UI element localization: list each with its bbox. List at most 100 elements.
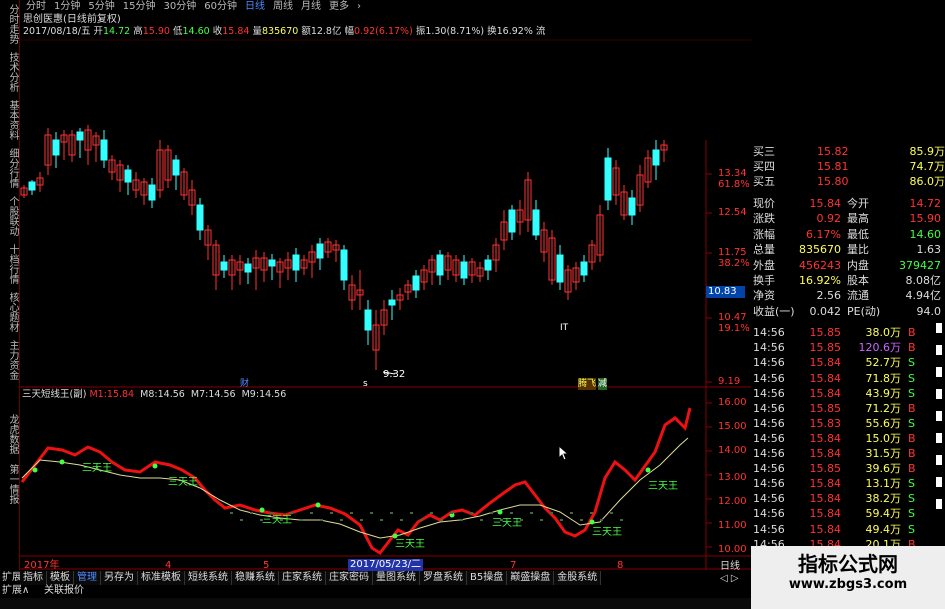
bottom-tab[interactable]: 标准模板 <box>138 571 185 585</box>
m1-value: 15.84 <box>106 389 135 400</box>
tab-30min[interactable]: 30分钟 <box>159 0 200 13</box>
order-book-row: 买四 15.81 74.7万 <box>751 159 945 174</box>
candle <box>116 160 124 192</box>
tick-time: 14:56 <box>753 447 785 460</box>
price-axis-label: 9.19 <box>718 376 741 387</box>
side-tab-dragon[interactable]: 龙虎数据 <box>2 412 18 456</box>
tab-5min[interactable]: 5分钟 <box>84 0 118 13</box>
tick-time: 14:56 <box>753 507 785 521</box>
side-tab-intel[interactable]: 第一情报 <box>2 462 18 506</box>
tab-1min[interactable]: 1分钟 <box>50 0 84 13</box>
indicator-dot <box>340 519 343 521</box>
candle <box>500 210 508 250</box>
scroll-arrows[interactable]: ◁ ▷ <box>720 573 739 585</box>
tick-time: 14:56 <box>753 401 785 415</box>
indicator-axis-label: 16.00 <box>718 397 747 408</box>
mouse-cursor-icon <box>558 445 570 461</box>
tick-row: 14:56 15.84 13.1万 S <box>751 476 945 491</box>
event-marker[interactable]: 减 <box>598 378 608 390</box>
stat-label: PE(动) <box>847 304 881 318</box>
bottom-tab[interactable]: B5操盘 <box>467 571 508 585</box>
tab-weekly[interactable]: 周线 <box>269 0 297 13</box>
bottom-tab[interactable]: 罗盘系统 <box>420 571 467 585</box>
tab-daily[interactable]: 日线 <box>241 0 269 13</box>
tick-row: 14:56 15.85 120.6万 B <box>751 340 945 355</box>
candle <box>420 265 428 290</box>
stat-value: 0.042 <box>809 304 842 318</box>
bottom-tab[interactable]: 指标 <box>20 571 47 585</box>
tick-time: 14:56 <box>753 416 785 430</box>
candle <box>292 248 300 282</box>
bottom-tab[interactable]: 量图系统 <box>373 571 420 585</box>
side-tab-ten[interactable]: 十档行情 <box>2 242 18 286</box>
bottom-tab[interactable]: 另存为 <box>101 571 138 585</box>
candle <box>268 254 276 280</box>
daily-label[interactable]: 日线 <box>720 561 740 573</box>
indicator-dot <box>570 512 573 514</box>
side-tab-linkage[interactable]: 个股联动 <box>2 194 18 238</box>
side-tab-detail[interactable]: 细分行情 <box>2 146 18 190</box>
signal-dot <box>645 467 651 473</box>
indicator-axis-label: 10.00 <box>718 544 747 555</box>
candle <box>28 180 36 195</box>
order-volume: 86.0万 <box>909 175 945 188</box>
tick-row: 14:56 15.85 71.2万 B <box>751 401 945 416</box>
tab-fenshi[interactable]: 分时 <box>22 0 50 13</box>
bottom-tab[interactable]: 短线系统 <box>185 571 232 585</box>
bottom-tab[interactable]: 管理 <box>74 571 101 585</box>
candle <box>476 262 484 282</box>
quote-open: 14.72 <box>103 26 131 37</box>
indicator-header[interactable]: 三天短线王(副) M1:15.84 M8:14.56 M7:14.56 M9:1… <box>22 389 286 401</box>
bottom-tab[interactable]: 金股系统 <box>554 571 602 585</box>
candle <box>172 155 180 190</box>
candle <box>636 165 644 212</box>
tab-60min[interactable]: 60分钟 <box>200 0 241 13</box>
stat-label: 今开 <box>847 197 869 210</box>
tab-next[interactable]: › <box>353 0 365 13</box>
bottom-tab[interactable]: 庄家系统 <box>279 571 326 585</box>
side-tab-basic[interactable]: 基本资料 <box>2 98 18 142</box>
side-tab-core[interactable]: 核心题材 <box>2 290 18 334</box>
tab-monthly[interactable]: 月线 <box>297 0 325 13</box>
indicator-dot <box>480 519 483 521</box>
current-price-marker: 10.83 <box>706 286 745 298</box>
related-quote[interactable]: 关联报价 <box>44 585 84 597</box>
indicator-dot <box>430 512 433 514</box>
event-marker[interactable]: 腾飞 <box>578 378 597 390</box>
candle <box>388 290 396 320</box>
candle <box>148 178 156 208</box>
tick-side: S <box>908 416 915 430</box>
tick-volume: 71.8万 <box>865 371 902 385</box>
bottom-tab[interactable]: 巅盛操盘 <box>507 571 555 585</box>
side-tab-fenshi[interactable]: 分时走势 <box>2 2 18 46</box>
side-tab-fund[interactable]: 主力资金 <box>2 338 18 382</box>
event-marker[interactable]: s <box>363 378 368 390</box>
stat-value: 15.90 <box>909 212 942 226</box>
candle <box>204 225 212 260</box>
tick-side: S <box>908 507 915 521</box>
tab-more[interactable]: 更多 <box>325 0 353 13</box>
kline-chart[interactable] <box>0 0 751 598</box>
bottom-tab[interactable]: 庄家密码 <box>326 571 373 585</box>
extend-toggle[interactable]: 扩展∧ <box>2 585 29 597</box>
indicator-dot <box>560 519 563 521</box>
tick-indicator <box>936 411 942 421</box>
candle <box>604 148 612 210</box>
tick-volume: 71.2万 <box>865 401 902 415</box>
candle <box>436 250 444 285</box>
period-tabs: 分时 1分钟 5分钟 15分钟 30分钟 60分钟 日线 周线 月线 更多 › <box>22 0 365 13</box>
candle <box>100 130 108 168</box>
event-marker[interactable]: IT <box>560 322 568 334</box>
bottom-tab[interactable]: 模板 <box>47 571 74 585</box>
candle <box>660 140 668 162</box>
tick-price: 15.84 <box>809 447 842 460</box>
indicator-dot <box>600 519 603 521</box>
side-tab-tech[interactable]: 技术分析 <box>2 50 18 94</box>
bottom-tab[interactable]: 稳赚系统 <box>232 571 279 585</box>
tab-15min[interactable]: 15分钟 <box>119 0 160 13</box>
candle <box>532 200 540 240</box>
king-signal-label: 三天王 <box>82 463 112 474</box>
candle <box>412 270 420 298</box>
quote-change: 0.92(6.17%) <box>354 26 413 37</box>
stat-label: 现价 <box>753 197 775 210</box>
